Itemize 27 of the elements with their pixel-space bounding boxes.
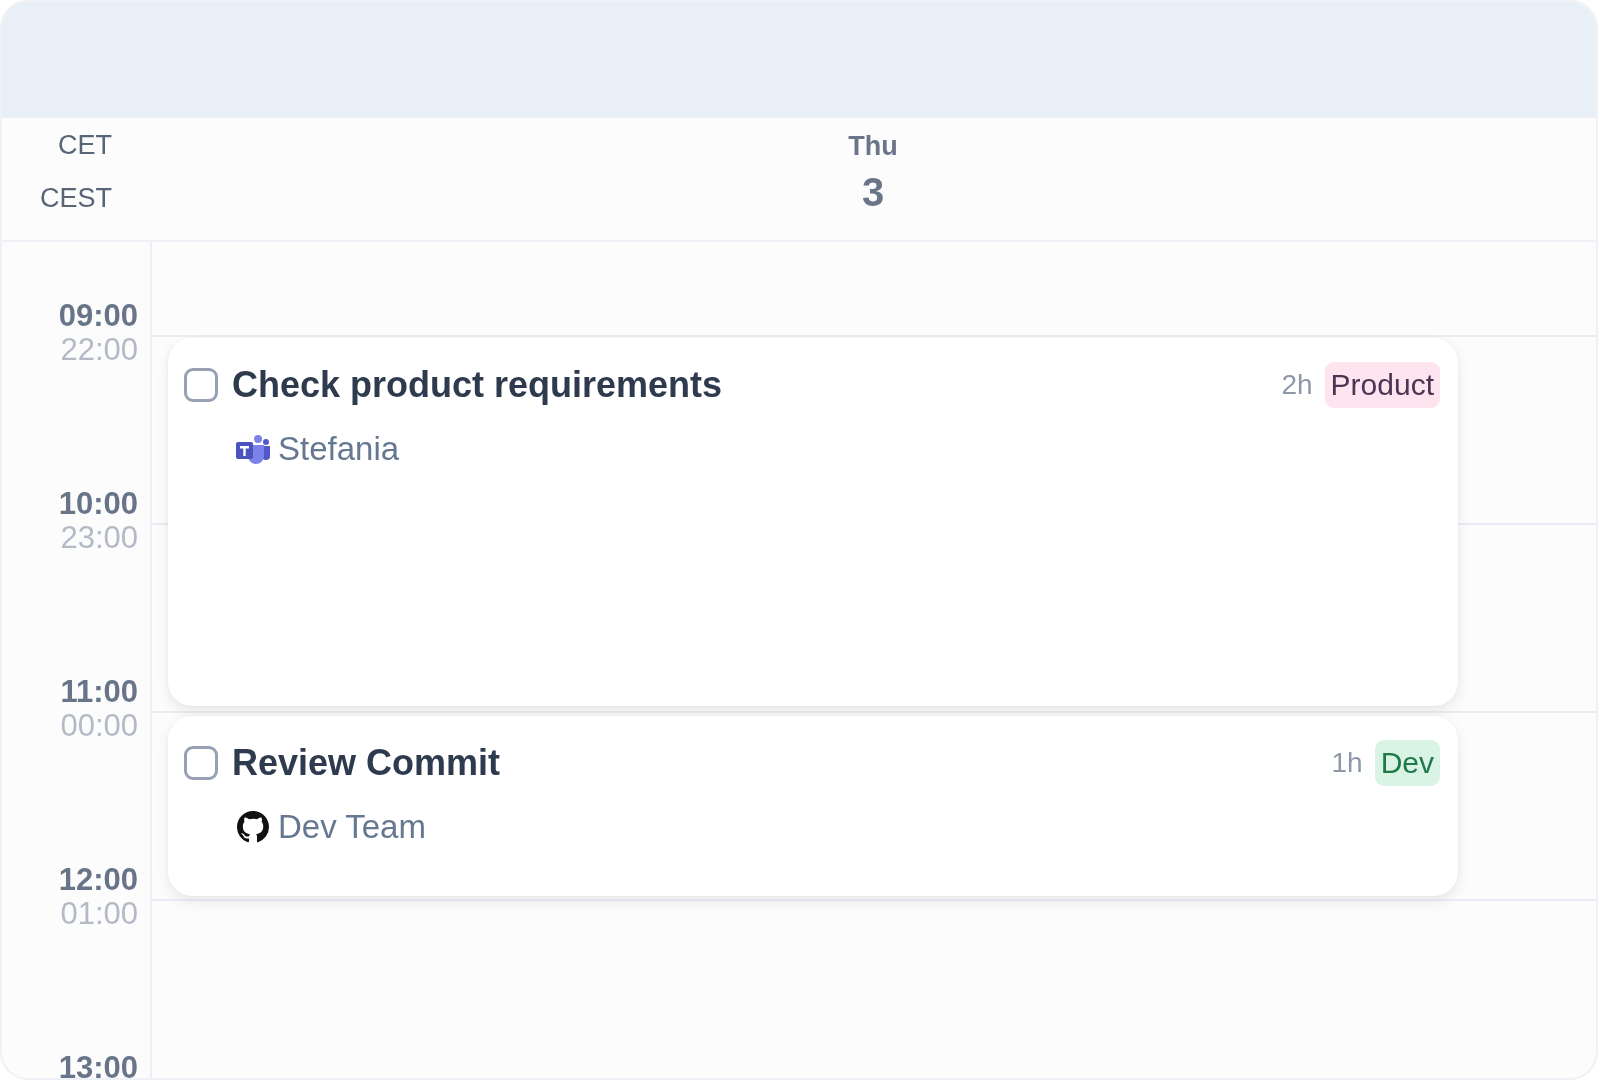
weekday-label: Thu [848, 131, 898, 162]
event-card[interactable]: Check product requirements 2h Product Stefania [168, 338, 1458, 706]
alt-time-label: 01:00 [60, 897, 138, 931]
event-title: Check product requirements [232, 364, 724, 406]
alt-time-label: 23:00 [60, 521, 138, 555]
category-tag: Dev [1374, 740, 1440, 786]
time-label: 13:00 [58, 1051, 138, 1078]
category-tag: Product [1324, 362, 1440, 408]
attendee-label: Dev Team [278, 808, 426, 846]
duration-label: 2h [1281, 369, 1313, 401]
alt-time-label: 22:00 [60, 333, 138, 367]
alt-time-label: 00:00 [60, 709, 138, 743]
event-title: Review Commit [232, 742, 502, 784]
team-chat-icon [236, 433, 270, 465]
attendee-label: Stefania [278, 430, 400, 468]
timezone-label: CEST [40, 183, 112, 214]
date-label: 3 [861, 170, 885, 215]
cat-logo-icon [236, 811, 270, 843]
duration-label: 1h [1331, 747, 1363, 779]
time-label: 11:00 [60, 675, 138, 709]
checkbox[interactable] [184, 368, 218, 402]
event-card[interactable]: Review Commit 1h Dev Dev Team [168, 716, 1458, 896]
checkbox[interactable] [184, 746, 218, 780]
time-label: 12:00 [58, 863, 138, 897]
time-label: 10:00 [58, 487, 138, 521]
timezone-label: CET [58, 130, 112, 161]
time-label: 09:00 [58, 299, 138, 333]
